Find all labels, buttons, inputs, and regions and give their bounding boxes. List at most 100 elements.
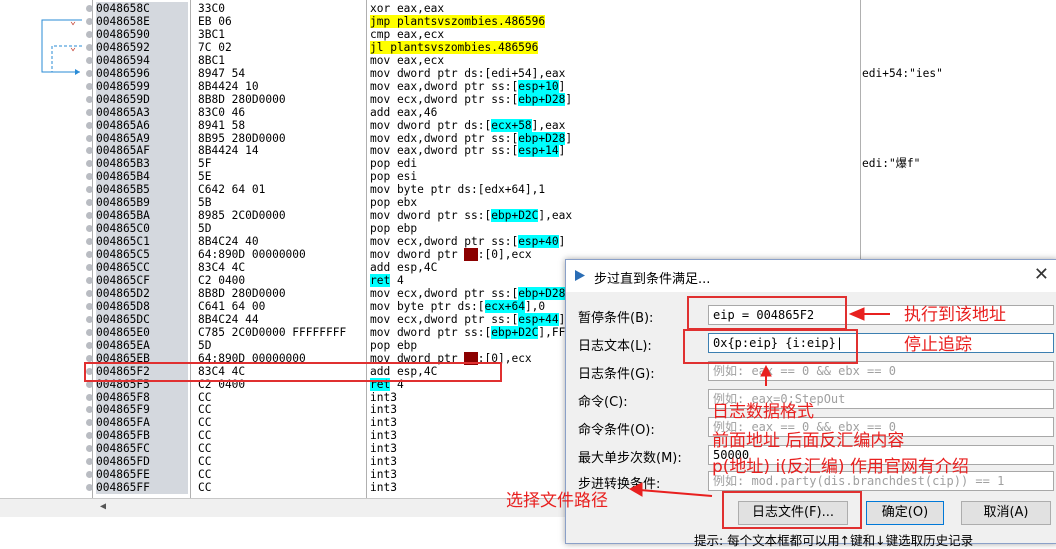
breakpoint-dot-icon[interactable] [86, 43, 93, 51]
disasm-row[interactable]: 00486594 8BC1 mov eax,ecx [0, 53, 860, 67]
disasm-bytes: 8B4424 14 [198, 144, 259, 158]
disasm-instruction: mov dword ptr ds:[edi+54],eax [370, 66, 566, 80]
disasm-row[interactable]: 0048658C 33C0 xor eax,eax [0, 2, 860, 15]
dialog-title: 步过直到条件满足... [594, 272, 711, 287]
disasm-row[interactable]: ⌄ 00486592 7C 02 jl plantsvszombies.486596 [0, 40, 860, 54]
disasm-bytes: CC [198, 429, 212, 443]
breakpoint-dot-icon[interactable] [86, 484, 93, 492]
disasm-address: 004865FC [96, 442, 188, 456]
breakpoint-dot-icon[interactable] [86, 328, 93, 336]
disasm-instruction: int3 [370, 481, 397, 495]
disasm-address: 004865FB [96, 429, 188, 443]
disasm-row[interactable]: 004865B5 C642 64 01 mov byte ptr ds:[edx+6… [0, 183, 860, 197]
breakpoint-dot-icon[interactable] [86, 134, 93, 142]
breakpoint-dot-icon[interactable] [86, 302, 93, 310]
disasm-bytes: 5D [198, 338, 212, 352]
breakpoint-dot-icon[interactable] [86, 419, 93, 427]
breakpoint-dot-icon[interactable] [86, 238, 93, 246]
disasm-row[interactable]: 004865A9 8B95 280D0000 mov edx,dword ptr s… [0, 131, 860, 145]
disasm-row[interactable]: ⌄ 0048658E EB 06 jmp plantsvszombies.486596 [0, 14, 860, 28]
disasm-bytes: EB 06 [198, 14, 232, 28]
breakpoint-dot-icon[interactable] [86, 341, 93, 349]
breakpoint-dot-icon[interactable] [86, 289, 93, 297]
disasm-bytes: 5D [198, 222, 212, 236]
highlight-box-pause-condition [687, 296, 847, 330]
disasm-address: 004865CF [96, 273, 188, 287]
breakpoint-dot-icon[interactable] [86, 393, 93, 401]
breakpoint-dot-icon[interactable] [86, 251, 93, 259]
disasm-row[interactable]: 004865C0 5D pop ebp [0, 222, 860, 236]
cancel-button[interactable]: 取消(A) [961, 501, 1051, 525]
breakpoint-dot-icon[interactable] [86, 82, 93, 90]
disasm-bytes: 8947 54 [198, 66, 246, 80]
disasm-row[interactable]: 0048659D 8B8D 280D0000 mov ecx,dword ptr s… [0, 92, 860, 106]
breakpoint-dot-icon[interactable] [86, 458, 93, 466]
disasm-address: 004865F9 [96, 403, 188, 417]
disasm-row[interactable]: 004865B4 5E pop esi [0, 170, 860, 184]
breakpoint-dot-icon[interactable] [86, 5, 93, 12]
breakpoint-dot-icon[interactable] [86, 445, 93, 453]
breakpoint-dot-icon[interactable] [86, 160, 93, 168]
disasm-instruction: mov ecx,dword ptr ss:[ebp+D28] [370, 92, 573, 106]
scroll-left-icon[interactable]: ◀ [100, 501, 106, 512]
breakpoint-dot-icon[interactable] [86, 69, 93, 77]
breakpoint-dot-icon[interactable] [86, 199, 93, 207]
ok-button[interactable]: 确定(O) [866, 501, 944, 525]
dialog-titlebar: 步过直到条件满足... ✕ [566, 260, 1056, 292]
disasm-instruction: mov eax,dword ptr ss:[esp+14] [370, 144, 566, 158]
breakpoint-dot-icon[interactable] [86, 315, 93, 323]
disasm-bytes: 8985 2C0D0000 [198, 209, 286, 223]
disasm-row[interactable]: 00486590 3BC1 cmp eax,ecx [0, 27, 860, 41]
disasm-row[interactable]: 004865A3 83C0 46 add eax,46 [0, 105, 860, 119]
breakpoint-dot-icon[interactable] [86, 56, 93, 64]
breakpoint-dot-icon[interactable] [86, 173, 93, 181]
disasm-instruction: int3 [370, 403, 397, 417]
disasm-instruction: mov byte ptr ds:[edx+64],1 [370, 183, 546, 197]
disasm-address: 00486599 [96, 79, 188, 93]
disasm-address: 004865CC [96, 261, 188, 274]
breakpoint-dot-icon[interactable] [86, 432, 93, 440]
max-steps-label: 最大单步次数(M): [578, 451, 682, 466]
disasm-bytes: 7C 02 [198, 40, 232, 54]
disasm-bytes: C642 64 01 [198, 183, 266, 197]
breakpoint-dot-icon[interactable] [86, 186, 93, 194]
breakpoint-dot-icon[interactable] [86, 108, 93, 116]
disasm-row[interactable]: 004865C1 8B4C24 40 mov ecx,dword ptr ss:[e… [0, 235, 860, 249]
disasm-row[interactable]: 00486599 8B4424 10 mov eax,dword ptr ss:[e… [0, 79, 860, 93]
disasm-address: 0048659D [96, 92, 188, 106]
disasm-bytes: 33C0 [198, 2, 225, 15]
annotation-p-i-explained: p(地址) i(反汇编) 作用官网有介绍 [712, 457, 969, 477]
disasm-row[interactable]: 004865B3 5F pop edi edi:"爆f" [0, 157, 920, 171]
disasm-address: 004865B5 [96, 183, 188, 197]
breakpoint-dot-icon[interactable] [86, 212, 93, 220]
breakpoint-dot-icon[interactable] [86, 30, 93, 38]
disasm-row[interactable]: 004865BA 8985 2C0D0000 mov dword ptr ss:[e… [0, 209, 860, 223]
breakpoint-dot-icon[interactable] [86, 95, 93, 103]
disasm-instruction: pop ebp [370, 222, 418, 236]
highlight-box-log-file [722, 491, 862, 529]
breakpoint-dot-icon[interactable] [86, 406, 93, 414]
breakpoint-dot-icon[interactable] [86, 264, 93, 271]
disasm-instruction: int3 [370, 442, 397, 456]
breakpoint-dot-icon[interactable] [86, 276, 93, 284]
breakpoint-dot-icon[interactable] [86, 471, 93, 479]
close-icon[interactable]: ✕ [1034, 264, 1049, 285]
disasm-row[interactable]: 004865A6 8941 58 mov dword ptr ds:[ecx+58]… [0, 118, 860, 132]
log-condition-input[interactable]: 例如: eax == 0 && ebx == 0 [708, 361, 1054, 381]
disasm-row[interactable]: 004865B9 5B pop ebx [0, 196, 860, 210]
disasm-address: 004865B9 [96, 196, 188, 210]
disasm-row[interactable]: 00486596 8947 54 mov dword ptr ds:[edi+54]… [0, 66, 943, 80]
disasm-bytes: 8B4C24 40 [198, 235, 259, 249]
command-label: 命令(C): [578, 395, 628, 410]
breakpoint-dot-icon[interactable] [86, 121, 93, 129]
breakpoint-dot-icon[interactable] [86, 147, 93, 155]
disasm-instruction: int3 [370, 468, 397, 482]
breakpoint-dot-icon[interactable] [86, 354, 93, 362]
disasm-row[interactable]: 004865AF 8B4424 14 mov eax,dword ptr ss:[e… [0, 144, 860, 158]
breakpoint-dot-icon[interactable] [86, 225, 93, 233]
disasm-bytes: 8B8D 280D0000 [198, 92, 286, 106]
disasm-instruction: add eax,46 [370, 105, 438, 119]
breakpoint-dot-icon[interactable] [86, 17, 93, 25]
disasm-bytes: C2 0400 [198, 273, 246, 287]
disasm-address: 00486596 [96, 66, 188, 80]
